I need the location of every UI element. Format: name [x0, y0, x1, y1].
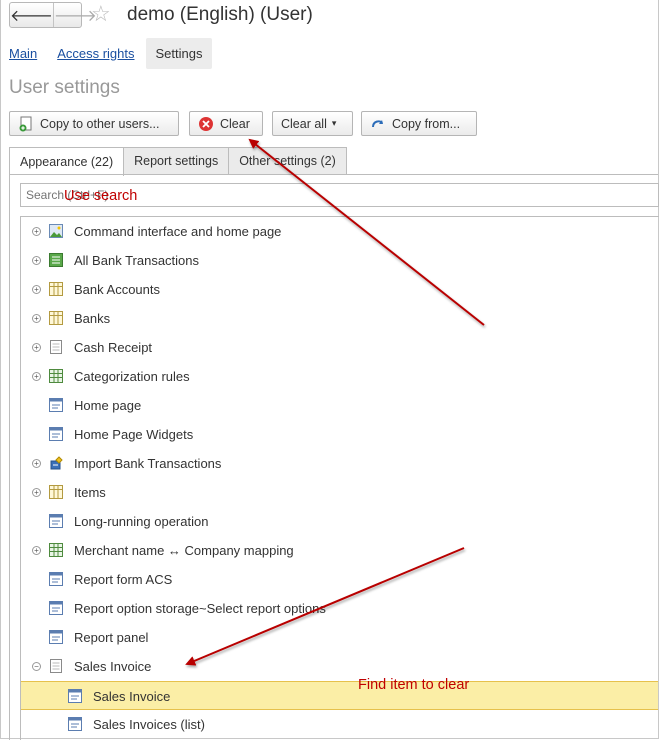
arrow-to-clear	[248, 138, 485, 326]
arrow-to-sales-invoice	[185, 547, 465, 666]
annotation-arrows	[185, 138, 485, 666]
